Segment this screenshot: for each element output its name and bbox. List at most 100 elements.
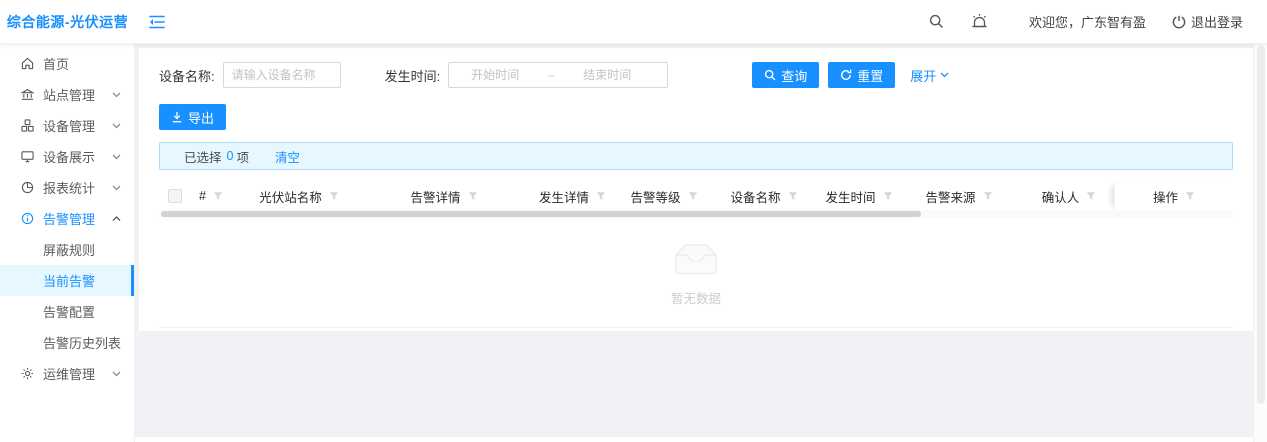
ops-icon bbox=[20, 367, 34, 381]
sidebar: 首页 站点管理 设备管理 bbox=[0, 44, 135, 442]
report-icon bbox=[20, 181, 34, 195]
logout-label: 退出登录 bbox=[1191, 12, 1243, 31]
vertical-scrollbar-thumb[interactable] bbox=[1257, 46, 1265, 404]
window-vscrollbar bbox=[1253, 44, 1267, 442]
content-card: 设备名称: 发生时间: – 查询 bbox=[139, 48, 1253, 331]
start-time-input[interactable] bbox=[449, 64, 541, 86]
sidebar-item-devices[interactable]: 设备管理 bbox=[0, 110, 134, 141]
chevron-down-icon bbox=[112, 371, 121, 377]
export-button[interactable]: 导出 bbox=[159, 104, 226, 130]
home-icon bbox=[20, 57, 34, 71]
app-logo: 综合能源-光伏运营 bbox=[0, 12, 135, 32]
chevron-down-icon bbox=[112, 123, 121, 129]
column-header-confirmer: 确认人 bbox=[1024, 182, 1114, 210]
site-icon bbox=[20, 88, 34, 102]
search-button[interactable]: 查询 bbox=[752, 62, 819, 88]
expand-link[interactable]: 展开 bbox=[910, 66, 949, 85]
filter-icon[interactable] bbox=[596, 191, 606, 201]
sidebar-item-reports[interactable]: 报表统计 bbox=[0, 172, 134, 203]
column-header-alarm-level: 告警等级 bbox=[624, 182, 704, 210]
sidebar-item-alarms[interactable]: 告警管理 bbox=[0, 203, 134, 234]
welcome-text: 欢迎您，广东智有盈 bbox=[1029, 12, 1146, 31]
alert-icon bbox=[20, 212, 34, 226]
sidebar-item-label: 报表统计 bbox=[43, 178, 95, 197]
filter-icon[interactable] bbox=[468, 191, 478, 201]
search-icon bbox=[764, 69, 776, 81]
horizontal-scrollbar-thumb[interactable] bbox=[161, 211, 921, 217]
sidebar-item-label: 设备管理 bbox=[43, 116, 95, 135]
clear-selection-link[interactable]: 清空 bbox=[275, 147, 300, 166]
filter-icon[interactable] bbox=[1086, 191, 1096, 201]
device-name-label: 设备名称: bbox=[159, 66, 215, 85]
column-header-station-name: 光伏站名称 bbox=[231, 182, 367, 210]
sidebar-item-label: 首页 bbox=[43, 54, 69, 73]
alarm-table: # 光伏站名称 告警详情 bbox=[159, 182, 1233, 328]
sidebar-item-sites[interactable]: 站点管理 bbox=[0, 79, 134, 110]
empty-text: 暂无数据 bbox=[671, 288, 721, 307]
column-header-index: # bbox=[191, 182, 231, 210]
filter-icon[interactable] bbox=[213, 191, 223, 201]
sidebar-item-label: 告警历史列表 bbox=[43, 333, 121, 352]
filter-icon[interactable] bbox=[788, 191, 798, 201]
selection-prefix: 已选择 bbox=[184, 147, 222, 166]
table-horizontal-scrollbar bbox=[159, 210, 1233, 218]
search-icon[interactable] bbox=[929, 14, 944, 29]
filter-icon[interactable] bbox=[883, 191, 893, 201]
window-hscrollbar-track bbox=[135, 437, 1253, 442]
sidebar-subitem-alarm-history[interactable]: 告警历史列表 bbox=[0, 327, 134, 358]
refresh-icon bbox=[840, 69, 852, 81]
range-separator: – bbox=[541, 68, 561, 82]
filter-form: 设备名称: 发生时间: – 查询 bbox=[159, 62, 1233, 88]
sidebar-item-label: 屏蔽规则 bbox=[43, 240, 95, 259]
content-area: 设备名称: 发生时间: – 查询 bbox=[135, 44, 1253, 442]
logout-button[interactable]: 退出登录 bbox=[1172, 12, 1243, 31]
column-header-actions: 操作 bbox=[1114, 182, 1233, 210]
sidebar-item-label: 站点管理 bbox=[43, 85, 95, 104]
filter-icon[interactable] bbox=[1185, 191, 1195, 201]
chevron-up-icon bbox=[112, 216, 121, 222]
sidebar-item-home[interactable]: 首页 bbox=[0, 48, 134, 79]
sidebar-item-label: 运维管理 bbox=[43, 364, 95, 383]
filter-icon[interactable] bbox=[329, 191, 339, 201]
select-all-checkbox[interactable] bbox=[168, 189, 182, 203]
chevron-down-icon bbox=[112, 92, 121, 98]
power-icon bbox=[1172, 15, 1186, 29]
chevron-down-icon bbox=[112, 185, 121, 191]
chevron-down-icon bbox=[940, 72, 949, 78]
sidebar-item-display[interactable]: 设备展示 bbox=[0, 141, 134, 172]
table-toolbar: 导出 bbox=[159, 104, 1233, 130]
sidebar-item-label: 告警管理 bbox=[43, 209, 95, 228]
device-icon bbox=[20, 119, 34, 133]
time-range-picker[interactable]: – bbox=[448, 62, 668, 88]
display-icon bbox=[20, 150, 34, 164]
alarm-icon[interactable] bbox=[970, 13, 989, 31]
table-empty-body: 暂无数据 bbox=[159, 218, 1233, 328]
selection-count: 0 bbox=[227, 149, 234, 163]
sidebar-item-label: 当前告警 bbox=[43, 271, 95, 290]
column-header-device-name: 设备名称 bbox=[704, 182, 824, 210]
column-header-occur-detail: 发生详情 bbox=[521, 182, 624, 210]
chevron-down-icon bbox=[112, 154, 121, 160]
filter-icon[interactable] bbox=[688, 191, 698, 201]
filter-icon[interactable] bbox=[983, 191, 993, 201]
sidebar-item-label: 设备展示 bbox=[43, 147, 95, 166]
column-header-occur-time: 发生时间 bbox=[824, 182, 894, 210]
sidebar-item-ops[interactable]: 运维管理 bbox=[0, 358, 134, 389]
device-name-input[interactable] bbox=[223, 62, 341, 88]
select-all-checkbox-cell bbox=[159, 189, 191, 203]
column-header-alarm-detail: 告警详情 bbox=[367, 182, 521, 210]
menu-fold-icon[interactable] bbox=[149, 15, 165, 29]
sidebar-subitem-alarm-config[interactable]: 告警配置 bbox=[0, 296, 134, 327]
table-header-row: # 光伏站名称 告警详情 bbox=[159, 182, 1233, 210]
column-header-alarm-source: 告警来源 bbox=[894, 182, 1024, 210]
reset-button[interactable]: 重置 bbox=[828, 62, 895, 88]
topbar: 综合能源-光伏运营 欢迎您，广东智有盈 bbox=[0, 0, 1267, 44]
selection-bar: 已选择 0 项 清空 bbox=[159, 142, 1233, 170]
selection-unit: 项 bbox=[236, 147, 249, 166]
sidebar-subitem-current-alarms[interactable]: 当前告警 bbox=[0, 265, 134, 296]
end-time-input[interactable] bbox=[561, 64, 653, 86]
sidebar-subitem-mask-rules[interactable]: 屏蔽规则 bbox=[0, 234, 134, 265]
sidebar-item-label: 告警配置 bbox=[43, 302, 95, 321]
occur-time-label: 发生时间: bbox=[385, 66, 441, 85]
download-icon bbox=[171, 111, 183, 123]
